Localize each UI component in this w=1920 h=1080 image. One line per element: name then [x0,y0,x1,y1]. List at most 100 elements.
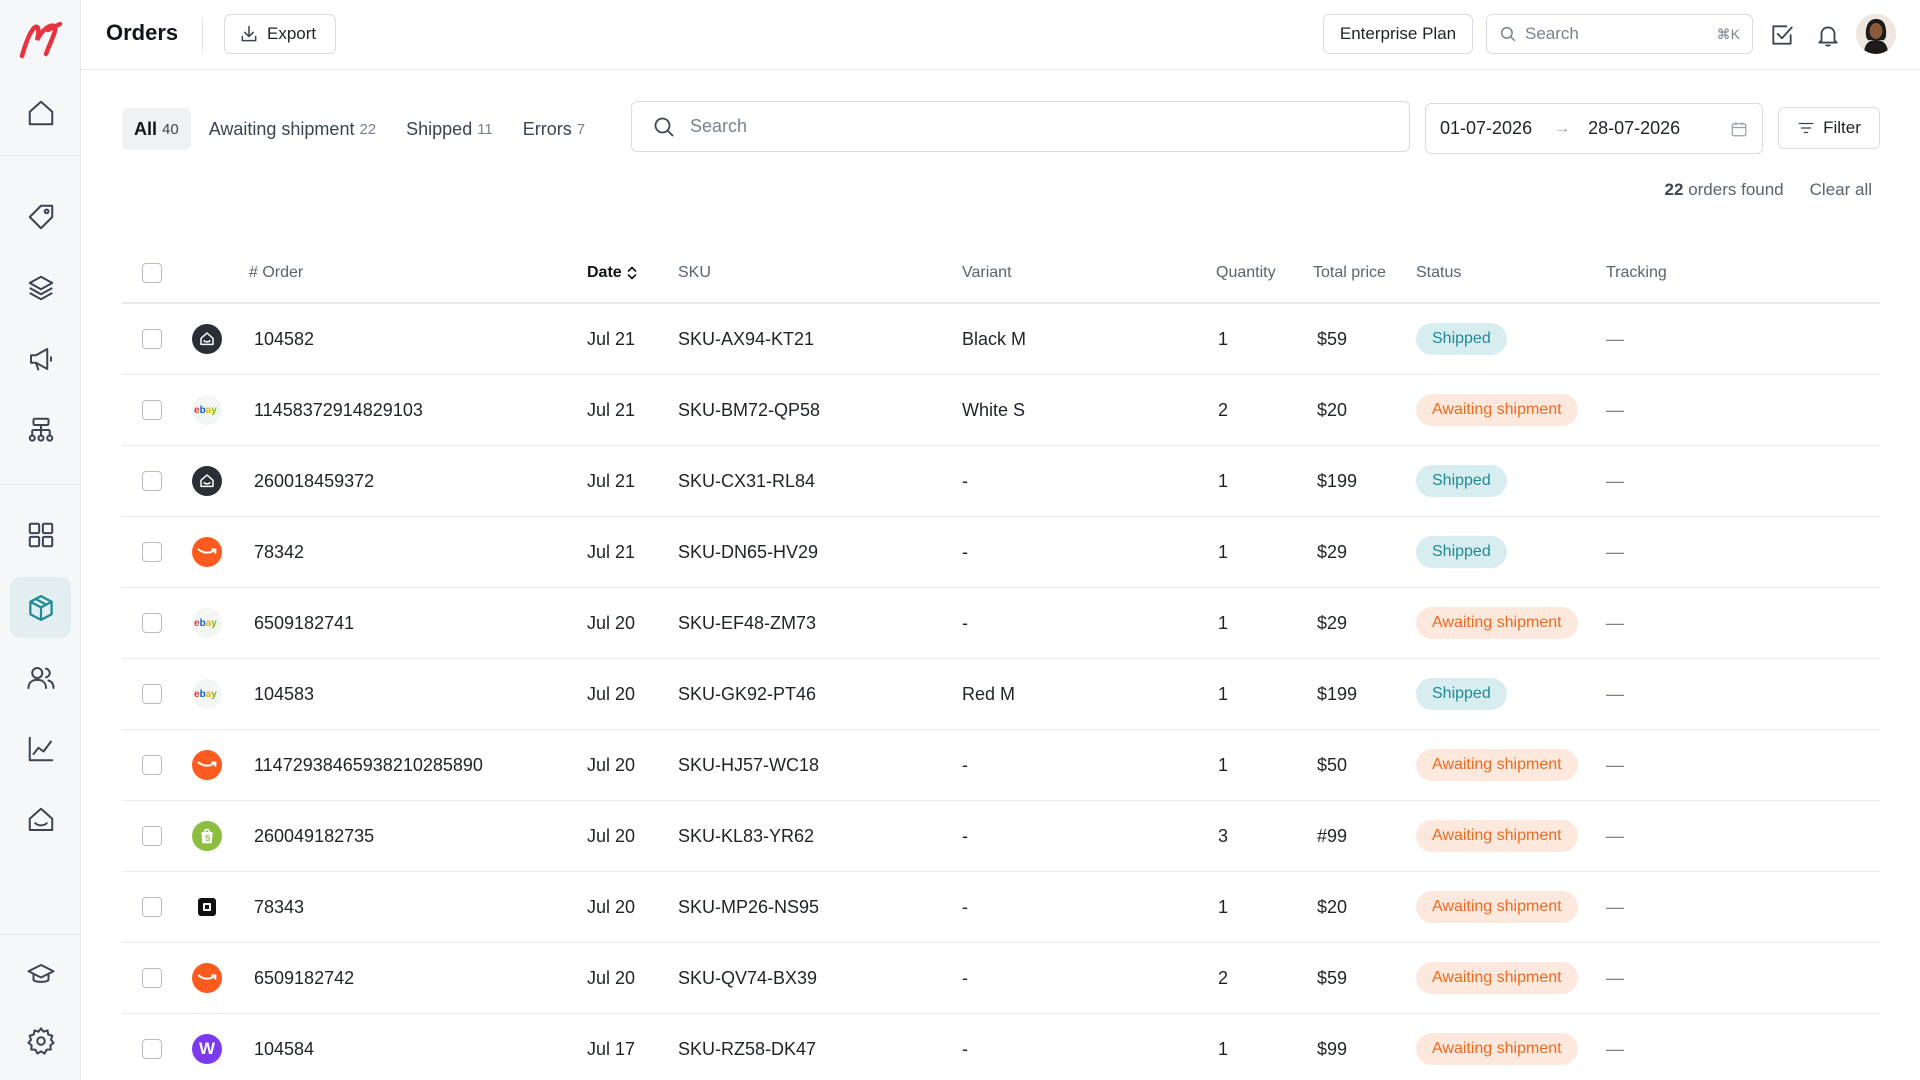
order-number[interactable]: 11472938465938210285890 [254,730,483,800]
sidebar-item-integrations[interactable] [10,399,71,460]
tasks-button[interactable] [1767,20,1797,50]
status-badge: Shipped [1416,536,1507,568]
svg-text:ebay: ebay [194,405,217,416]
clear-all-link[interactable]: Clear all [1810,180,1872,200]
sidebar-item-inbox[interactable] [10,789,71,850]
row-checkbox[interactable] [142,471,162,491]
order-number[interactable]: 104584 [254,1014,314,1080]
sidebar-item-inventory[interactable] [10,257,71,318]
brand-logo-icon[interactable] [18,18,64,64]
search-icon [1500,26,1516,42]
sidebar-item-home[interactable] [10,82,71,143]
tab-shipped[interactable]: Shipped 11 [394,108,505,150]
order-total: $59 [1317,328,1348,349]
order-sku: SKU-DN65-HV29 [678,541,819,562]
order-variant: Black M [962,328,1027,349]
status-badge: Shipped [1416,678,1507,710]
select-all-checkbox[interactable] [142,263,162,283]
order-quantity: 1 [1218,328,1229,349]
date-range-picker[interactable]: 01-07-2026 → 28-07-2026 [1425,103,1763,154]
sidebar-item-products[interactable] [10,186,71,247]
search-icon [654,117,674,137]
order-number[interactable]: 104582 [254,304,314,374]
row-checkbox[interactable] [142,1039,162,1059]
order-number[interactable]: 6509182742 [254,943,354,1013]
order-tracking: — [1606,470,1624,491]
order-tracking: — [1606,896,1624,917]
order-sku: SKU-HJ57-WC18 [678,754,820,775]
row-checkbox[interactable] [142,826,162,846]
row-checkbox[interactable] [142,400,162,420]
orders-search-input[interactable]: Search [631,101,1410,152]
filter-button[interactable]: Filter [1778,107,1880,149]
order-number[interactable]: 104583 [254,659,314,729]
inbox-icon [28,807,53,831]
tab-awaiting-shipment[interactable]: Awaiting shipment 22 [197,108,388,150]
order-date: Jul 20 [587,896,636,917]
order-quantity: 3 [1218,825,1229,846]
export-label: Export [267,24,317,43]
row-checkbox[interactable] [142,613,162,633]
date-to[interactable]: 28-07-2026 [1588,118,1680,139]
order-tracking: — [1606,1038,1624,1059]
col-date[interactable]: Date [587,244,638,302]
table-row[interactable]: 104582 Jul 21 SKU-AX94-KT21 Black M 1 $59 Ship… [122,304,1880,375]
order-sku: SKU-QV74-BX39 [678,967,818,988]
order-number[interactable]: 11458372914829103 [254,375,423,445]
filter-lines-icon [1798,122,1814,134]
table-row[interactable]: 78343 Jul 20 SKU-MP26-NS95 - 1 $20 Awaiting sh… [122,872,1880,943]
tab-label: Shipped [406,118,473,139]
order-sku: SKU-GK92-PT46 [678,683,817,704]
export-button[interactable]: Export [224,14,336,54]
channel-amazon-icon [192,963,222,993]
order-sku: SKU-RZ58-DK47 [678,1038,817,1059]
table-row[interactable]: S 260049182735 Jul 20 SKU-KL83-YR62 - 3 #99 Awa… [122,801,1880,872]
avatar[interactable] [1856,14,1896,54]
table-row[interactable]: 78342 Jul 21 SKU-DN65-HV29 - 1 $29 Shipped — [122,517,1880,588]
table-row[interactable]: ebay 6509182741 Jul 20 SKU-EF48-ZM73 - 1 $29 Aw… [122,588,1880,659]
sidebar-item-marketing[interactable] [10,328,71,389]
order-date: Jul 20 [587,825,636,846]
order-quantity: 2 [1218,967,1229,988]
row-checkbox[interactable] [142,329,162,349]
orders-table: # Order Date SKU Variant Quantity Total … [122,244,1880,1080]
date-from[interactable]: 01-07-2026 [1440,118,1532,139]
table-body: 104582 Jul 21 SKU-AX94-KT21 Black M 1 $59 Ship… [122,304,1880,1080]
table-row[interactable]: ebay 104583 Jul 20 SKU-GK92-PT46 Red M 1 $199 S… [122,659,1880,730]
sidebar-item-academy[interactable] [10,944,71,1005]
channel-amazon-icon [192,537,222,567]
home-icon [28,100,53,125]
tab-all[interactable]: All 40 [122,108,191,150]
row-checkbox[interactable] [142,968,162,988]
order-number[interactable]: 78343 [254,872,304,942]
order-number[interactable]: 6509182741 [254,588,354,658]
table-row[interactable]: 260018459372 Jul 21 SKU-CX31-RL84 - 1 $199 Shi… [122,446,1880,517]
order-number[interactable]: 260049182735 [254,801,374,871]
global-search-input[interactable]: Search ⌘K [1486,14,1753,54]
row-checkbox[interactable] [142,897,162,917]
row-checkbox[interactable] [142,684,162,704]
row-checkbox[interactable] [142,755,162,775]
table-row[interactable]: ebay 11458372914829103 Jul 21 SKU-BM72-QP58… [122,375,1880,446]
sidebar-item-dashboard[interactable] [10,504,71,565]
row-checkbox[interactable] [142,542,162,562]
megaphone-icon [29,347,52,371]
col-order: # Order [249,264,304,281]
table-row[interactable]: W 104584 Jul 17 SKU-RZ58-DK47 - 1 $99 Awaiting … [122,1014,1880,1080]
tab-errors[interactable]: Errors 7 [511,108,597,150]
order-date: Jul 20 [587,967,636,988]
col-sku: SKU [678,264,711,281]
sidebar-item-settings[interactable] [10,1010,71,1071]
sidebar-item-analytics[interactable] [10,718,71,779]
order-number[interactable]: 260018459372 [254,446,374,516]
order-number[interactable]: 78342 [254,517,304,587]
table-row[interactable]: 11472938465938210285890 Jul 20 SKU-HJ57-WC… [122,730,1880,801]
notifications-button[interactable] [1813,20,1843,50]
sidebar-item-customers[interactable] [10,647,71,708]
calendar-icon [1731,121,1747,136]
plan-button[interactable]: Enterprise Plan [1323,14,1473,54]
order-quantity: 1 [1218,896,1229,917]
sidebar-item-orders[interactable] [10,577,71,638]
gear-icon [26,1026,55,1055]
table-row[interactable]: 6509182742 Jul 20 SKU-QV74-BX39 - 2 $59 Awaiti… [122,943,1880,1014]
